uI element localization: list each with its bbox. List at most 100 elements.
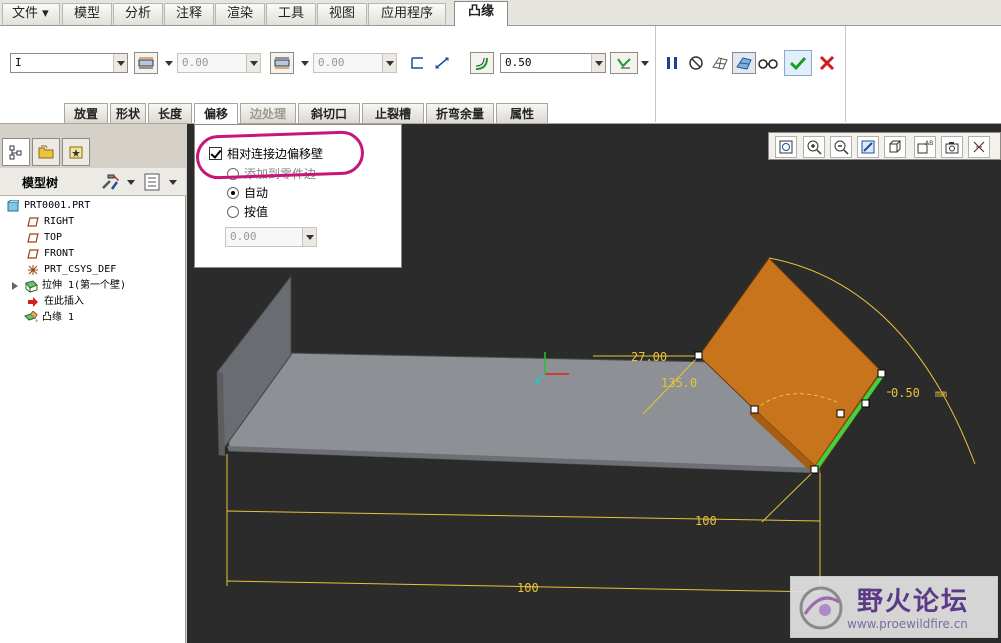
datum-plane-icon: [26, 231, 40, 245]
zoom-in-button[interactable]: [803, 136, 825, 158]
tab-view[interactable]: 视图: [317, 3, 367, 25]
tab-folder-browser[interactable]: [32, 138, 60, 166]
no-preview-button[interactable]: [684, 52, 708, 74]
snapshot-button[interactable]: [941, 136, 963, 158]
tree-item-extrude[interactable]: 拉伸 1(第一个壁): [10, 278, 126, 294]
preview-mesh-button[interactable]: [708, 52, 732, 74]
by-value-radio[interactable]: [227, 205, 239, 218]
subtab-bend-allowance[interactable]: 折弯余量: [426, 103, 494, 124]
chevron-down-icon[interactable]: [591, 54, 605, 72]
tree-item-csys[interactable]: PRT_CSYS_DEF: [26, 262, 116, 278]
radius-side-icon: [617, 58, 631, 69]
tree-item-insert-here[interactable]: 在此插入: [26, 294, 84, 310]
verify-preview-button[interactable]: [732, 52, 756, 74]
tree-show-button[interactable]: [142, 172, 162, 195]
auto-option[interactable]: 自动: [227, 184, 268, 201]
datum-display-button[interactable]: [968, 136, 990, 158]
auto-radio[interactable]: [227, 186, 239, 199]
offset-value-input[interactable]: 0.00: [225, 227, 317, 247]
tab-analysis[interactable]: 分析: [113, 3, 163, 25]
length2-input[interactable]: 0.00: [313, 53, 397, 73]
expand-arrow-icon[interactable]: [10, 279, 20, 293]
add-to-part-edge-option[interactable]: 添加到零件边: [227, 165, 316, 182]
flange-icon: *: [24, 311, 38, 325]
menu-file[interactable]: 文件 ▾: [2, 3, 60, 25]
tree-item-flange[interactable]: * 凸缘 1: [24, 310, 74, 326]
tree-show-dropdown[interactable]: [168, 171, 178, 193]
subtab-offset[interactable]: 偏移: [194, 103, 238, 124]
subtab-edge-treatment[interactable]: 边处理: [240, 103, 296, 124]
mesh-preview-icon: [712, 57, 728, 70]
radius-side-button[interactable]: [610, 52, 638, 74]
length-type1-button[interactable]: [134, 52, 158, 74]
tab-flange[interactable]: 凸缘: [454, 1, 508, 27]
tab-render[interactable]: 渲染: [215, 3, 265, 25]
bend-radius-icon: [475, 57, 488, 70]
offset-edge-button[interactable]: [406, 52, 430, 74]
tree-item-front[interactable]: FRONT: [26, 246, 74, 262]
subtab-length[interactable]: 长度: [148, 103, 192, 124]
tab-tools[interactable]: 工具: [266, 3, 316, 25]
dim-angle-135[interactable]: 135.0: [661, 376, 697, 390]
length1-input[interactable]: 0.00: [177, 53, 261, 73]
verify-preview-icon: [736, 57, 752, 70]
tree-item-right[interactable]: RIGHT: [26, 214, 74, 230]
subtab-properties[interactable]: 属性: [496, 103, 548, 124]
tree-settings-button[interactable]: [100, 172, 122, 195]
length-type2-button[interactable]: [270, 52, 294, 74]
refit-button[interactable]: [775, 136, 797, 158]
glasses-preview-button[interactable]: [756, 52, 780, 74]
subtab-placement[interactable]: 放置: [64, 103, 108, 124]
tab-model-tree[interactable]: [2, 138, 30, 166]
pause-button[interactable]: [660, 52, 684, 74]
subtab-relief[interactable]: 止裂槽: [362, 103, 424, 124]
cancel-button[interactable]: [815, 52, 839, 74]
glasses-icon: [758, 59, 778, 69]
refit-icon: [779, 140, 793, 154]
tab-favorites[interactable]: [62, 138, 90, 166]
shape-select[interactable]: I: [10, 53, 128, 73]
chevron-down-icon[interactable]: [302, 228, 316, 246]
display-style-button[interactable]: [884, 136, 906, 158]
repaint-button[interactable]: [857, 136, 879, 158]
dim-length-100-b[interactable]: 100: [517, 581, 539, 595]
subtab-miter-cuts[interactable]: 斜切口: [298, 103, 360, 124]
subtab-shape[interactable]: 形状: [110, 103, 146, 124]
length-type1-dropdown[interactable]: [164, 52, 174, 74]
length-type2-dropdown[interactable]: [300, 52, 310, 74]
bend-radius-button[interactable]: [470, 52, 494, 74]
tree-settings-dropdown[interactable]: [126, 171, 136, 193]
radius-side-dropdown[interactable]: [640, 52, 650, 74]
tree-item-part[interactable]: PRT0001.PRT: [6, 198, 90, 214]
list-view-icon: [144, 173, 160, 191]
relative-offset-option[interactable]: 相对连接边偏移壁: [209, 145, 323, 162]
relative-offset-checkbox[interactable]: [209, 147, 222, 160]
dim-offset-27[interactable]: 27.00: [631, 350, 667, 364]
saved-views-button[interactable]: AB: [914, 136, 936, 158]
flip-arrow-icon: [435, 57, 449, 69]
thickness-input[interactable]: 0.50: [500, 53, 606, 73]
flip-thickness-button[interactable]: [430, 52, 454, 74]
camera-icon: [945, 142, 959, 154]
by-value-option[interactable]: 按值: [227, 203, 268, 220]
tab-annotate[interactable]: 注释: [164, 3, 214, 25]
add-to-part-edge-radio[interactable]: [227, 167, 239, 180]
chevron-down-icon[interactable]: [382, 54, 396, 72]
csys-icon: [26, 263, 40, 277]
part-icon: [6, 199, 20, 213]
chevron-down-icon[interactable]: [113, 54, 127, 72]
tab-model[interactable]: 模型: [62, 3, 112, 25]
dim-length-100-a[interactable]: 100: [695, 514, 717, 528]
model-tree-title: 模型树: [22, 176, 59, 190]
accept-button[interactable]: [784, 50, 812, 76]
zoom-out-button[interactable]: [830, 136, 852, 158]
model-tree-header: 模型树: [0, 168, 186, 196]
length-side1-icon: [138, 57, 154, 69]
tree-item-top[interactable]: TOP: [26, 230, 62, 246]
pause-icon: [667, 57, 677, 69]
tab-applications[interactable]: 应用程序: [368, 3, 446, 25]
dim-thickness[interactable]: 0.50: [891, 386, 920, 400]
chevron-down-icon[interactable]: [246, 54, 260, 72]
offset-edge-icon: [411, 57, 423, 69]
datum-plane-icon: [26, 215, 40, 229]
